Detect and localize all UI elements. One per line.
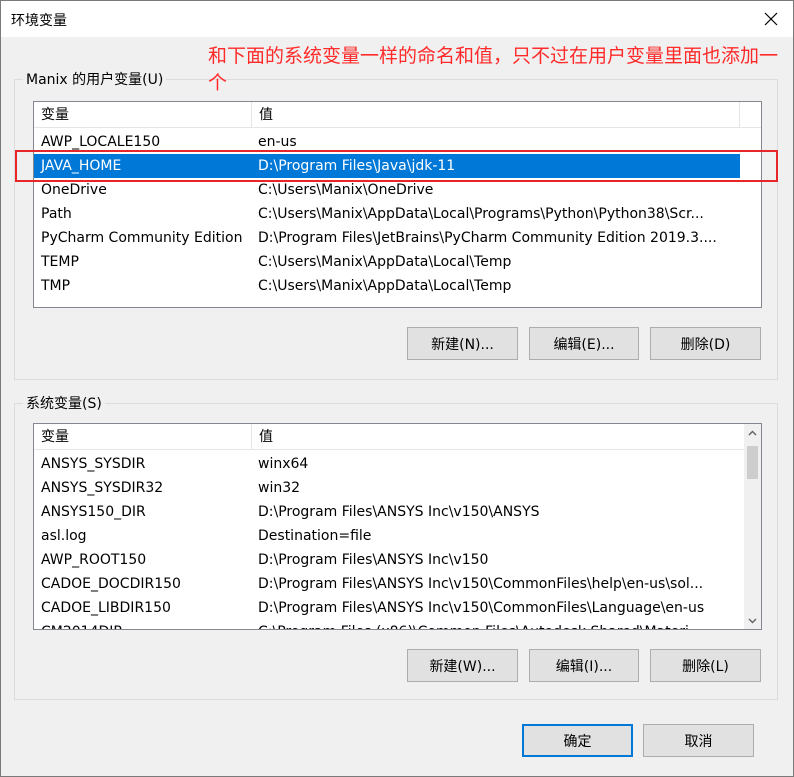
variable-name: CADOE_LIBDIR150: [41, 600, 171, 616]
variable-name: Path: [41, 206, 72, 222]
variable-name: ANSYS_SYSDIR: [41, 456, 146, 472]
variable-value: D:\Program Files\ANSYS Inc\v150\CommonFi…: [258, 576, 704, 592]
list-item[interactable]: asl.log Destination=file: [34, 524, 745, 548]
chevron-down-icon: [748, 618, 757, 623]
variable-value: D:\Program Files\Java\jdk-11: [258, 158, 456, 174]
variable-value: C:\Users\Manix\AppData\Local\Temp: [258, 254, 512, 270]
scrollbar-thumb[interactable]: [747, 446, 758, 479]
list-item[interactable]: CADOE_DOCDIR150 D:\Program Files\ANSYS In…: [34, 572, 745, 596]
variable-name: TMP: [41, 278, 71, 294]
variable-name: JAVA_HOME: [41, 158, 122, 174]
list-item[interactable]: Path C:\Users\Manix\AppData\Local\Program…: [34, 202, 740, 226]
list-item[interactable]: AWP_LOCALE150 en-us: [34, 130, 740, 154]
variable-name: TEMP: [41, 254, 79, 270]
list-item[interactable]: ANSYS_SYSDIR32 win32: [34, 476, 745, 500]
list-item[interactable]: CADOE_LIBDIR150 D:\Program Files\ANSYS In…: [34, 596, 745, 620]
variable-name: OneDrive: [41, 182, 107, 198]
close-button[interactable]: [748, 0, 794, 38]
user-new-button[interactable]: 新建(N)...: [407, 327, 518, 360]
user-delete-button[interactable]: 删除(D): [650, 327, 761, 360]
system-vars-list[interactable]: 变量 值 ANSYS_SYSDIR winx64 ANSYS_SYSDIR32 win…: [33, 423, 762, 630]
chevron-up-icon: [748, 430, 757, 435]
list-item[interactable]: CM2014DIR C:\Program Files (x86)\Common F…: [34, 620, 745, 629]
system-edit-button[interactable]: 编辑(I)...: [529, 649, 639, 682]
variable-name: ANSYS150_DIR: [41, 504, 146, 520]
variable-value: C:\Users\Manix\AppData\Local\Programs\Py…: [258, 206, 704, 222]
scroll-down-button[interactable]: [744, 612, 761, 629]
list-item[interactable]: JAVA_HOME D:\Program Files\Java\jdk-11: [34, 154, 740, 178]
variable-name: CM2014DIR: [41, 620, 123, 629]
system-vars-header: 变量 值: [34, 424, 745, 450]
window-title: 环境变量: [11, 13, 67, 29]
variable-value: C:\Users\Manix\AppData\Local\Temp: [258, 278, 512, 294]
variable-value: win32: [258, 480, 301, 496]
ok-button[interactable]: 确定: [522, 724, 633, 757]
variable-value: en-us: [258, 134, 297, 150]
list-item[interactable]: OneDrive C:\Users\Manix\OneDrive: [34, 178, 740, 202]
list-item[interactable]: TMP C:\Users\Manix\AppData\Local\Temp: [34, 274, 740, 298]
variable-value: D:\Program Files\ANSYS Inc\v150: [258, 552, 489, 568]
variable-name: AWP_ROOT150: [41, 552, 147, 568]
title-bar: 环境变量: [0, 0, 794, 38]
annotation-note: 和下面的系统变量一样的命名和值，只不过在用户变量里面也添加一个: [208, 45, 779, 94]
column-header-value[interactable]: 值: [252, 424, 745, 450]
user-vars-group-label: Manix 的用户变量(U): [23, 69, 167, 89]
variable-name: asl.log: [41, 528, 87, 544]
scroll-up-button[interactable]: [744, 424, 761, 441]
variable-value: D:\Program Files\ANSYS Inc\v150\CommonFi…: [258, 600, 705, 616]
system-vars-scrollbar[interactable]: [744, 424, 761, 629]
user-edit-button[interactable]: 编辑(E)...: [529, 327, 639, 360]
variable-value: D:\Program Files\ANSYS Inc\v150\ANSYS: [258, 504, 540, 520]
column-header-variable[interactable]: 变量: [34, 424, 252, 450]
list-item[interactable]: ANSYS_SYSDIR winx64: [34, 452, 745, 476]
list-item[interactable]: ANSYS150_DIR D:\Program Files\ANSYS Inc\v…: [34, 500, 745, 524]
variable-name: CADOE_DOCDIR150: [41, 576, 181, 592]
system-new-button[interactable]: 新建(W)...: [407, 649, 518, 682]
system-delete-button[interactable]: 删除(L): [650, 649, 761, 682]
variable-value: C:\Program Files (x86)\Common Files\Auto…: [258, 620, 739, 629]
user-vars-list[interactable]: 变量 值 AWP_LOCALE150 en-us JAVA_HOME D:\Progr…: [33, 101, 762, 308]
variable-name: ANSYS_SYSDIR32: [41, 480, 164, 496]
variable-name: AWP_LOCALE150: [41, 134, 161, 150]
system-vars-group-label: 系统变量(S): [23, 393, 105, 413]
variable-value: winx64: [258, 456, 309, 472]
column-header-value[interactable]: 值: [252, 102, 740, 128]
list-item[interactable]: TEMP C:\Users\Manix\AppData\Local\Temp: [34, 250, 740, 274]
variable-value: Destination=file: [258, 528, 372, 544]
cancel-button[interactable]: 取消: [643, 724, 754, 757]
list-item[interactable]: AWP_ROOT150 D:\Program Files\ANSYS Inc\v1…: [34, 548, 745, 572]
close-icon: [764, 12, 778, 26]
variable-name: PyCharm Community Edition: [41, 230, 243, 246]
list-item[interactable]: PyCharm Community Edition D:\Program File…: [34, 226, 740, 250]
variable-value: C:\Users\Manix\OneDrive: [258, 182, 434, 198]
column-header-variable[interactable]: 变量: [34, 102, 252, 128]
user-vars-header: 变量 值: [34, 102, 761, 128]
variable-value: D:\Program Files\JetBrains\PyCharm Commu…: [258, 230, 717, 246]
